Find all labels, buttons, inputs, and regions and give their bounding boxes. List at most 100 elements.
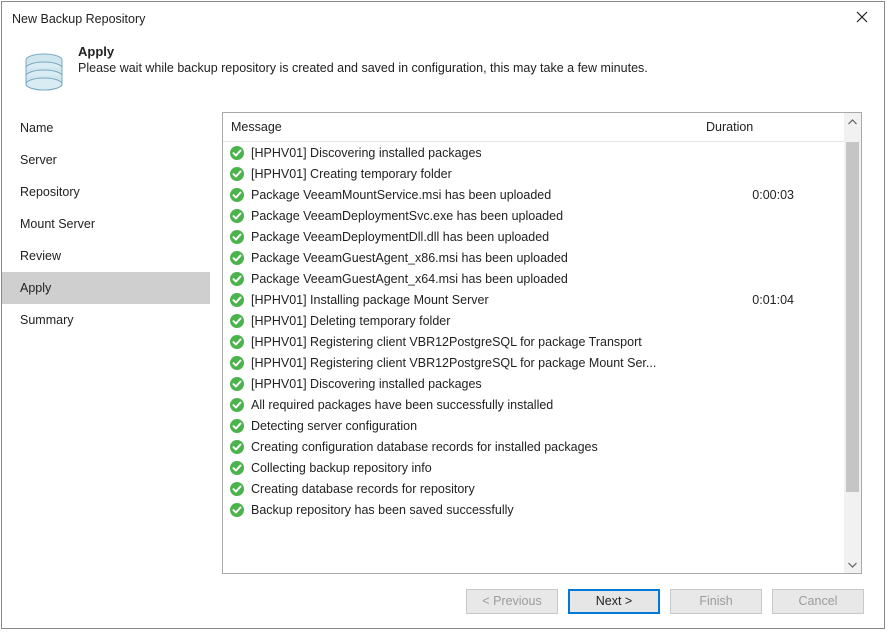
success-icon (229, 502, 245, 518)
scroll-up-button[interactable] (844, 113, 861, 130)
success-icon (229, 229, 245, 245)
log-row[interactable]: Creating configuration database records … (223, 436, 844, 457)
wizard-main: Message Duration [HPHV01] Discovering in… (210, 108, 884, 574)
success-icon (229, 355, 245, 371)
log-duration: 0:01:04 (664, 293, 844, 307)
log-duration: 0:00:03 (664, 188, 844, 202)
wizard-body: Name Server Repository Mount Server Review Ap… (2, 108, 884, 574)
success-icon (229, 481, 245, 497)
log-row[interactable]: [HPHV01] Creating temporary folder (223, 163, 844, 184)
log-message: [HPHV01] Deleting temporary folder (251, 314, 664, 328)
success-icon (229, 187, 245, 203)
success-icon (229, 208, 245, 224)
log-message: Package VeeamGuestAgent_x86.msi has been… (251, 251, 664, 265)
log-message: Package VeeamGuestAgent_x64.msi has been… (251, 272, 664, 286)
log-message: Package VeeamMountService.msi has been u… (251, 188, 664, 202)
log-row[interactable]: Creating database records for repository (223, 478, 844, 499)
close-button[interactable] (848, 10, 876, 28)
column-header-message[interactable]: Message (223, 120, 706, 134)
cancel-button[interactable]: Cancel (772, 589, 864, 614)
log-message: [HPHV01] Creating temporary folder (251, 167, 664, 181)
page-description: Please wait while backup repository is c… (78, 61, 648, 75)
sidebar-step[interactable]: Mount Server (2, 208, 210, 240)
success-icon (229, 439, 245, 455)
repository-icon (20, 46, 68, 94)
log-row[interactable]: [HPHV01] Installing package Mount Server… (223, 289, 844, 310)
title-bar: New Backup Repository (2, 2, 884, 30)
sidebar-step-label: Server (20, 153, 57, 167)
log-row[interactable]: Package VeeamDeploymentDll.dll has been … (223, 226, 844, 247)
log-row[interactable]: Collecting backup repository info (223, 457, 844, 478)
log-grid-body: [HPHV01] Discovering installed packages [… (223, 142, 844, 573)
finish-button[interactable]: Finish (670, 589, 762, 614)
log-message: [HPHV01] Registering client VBR12Postgre… (251, 335, 664, 349)
sidebar-step-label: Repository (20, 185, 80, 199)
wizard-steps-sidebar: Name Server Repository Mount Server Review Ap… (2, 108, 210, 574)
log-message: Backup repository has been saved success… (251, 503, 664, 517)
wizard-footer: < Previous Next > Finish Cancel (2, 574, 884, 628)
column-header-duration[interactable]: Duration (706, 120, 844, 134)
scroll-down-button[interactable] (844, 556, 861, 573)
close-icon (856, 11, 868, 23)
log-message: [HPHV01] Installing package Mount Server (251, 293, 664, 307)
log-row[interactable]: Package VeeamGuestAgent_x86.msi has been… (223, 247, 844, 268)
log-message: [HPHV01] Discovering installed packages (251, 377, 664, 391)
success-icon (229, 418, 245, 434)
window-title: New Backup Repository (12, 12, 145, 26)
success-icon (229, 250, 245, 266)
log-message: Collecting backup repository info (251, 461, 664, 475)
log-row[interactable]: [HPHV01] Discovering installed packages (223, 142, 844, 163)
log-row[interactable]: Package VeeamMountService.msi has been u… (223, 184, 844, 205)
log-grid-header: Message Duration (223, 113, 844, 142)
log-row[interactable]: [HPHV01] Discovering installed packages (223, 373, 844, 394)
log-message: Package VeeamDeploymentDll.dll has been … (251, 230, 664, 244)
log-row[interactable]: All required packages have been successf… (223, 394, 844, 415)
success-icon (229, 292, 245, 308)
vertical-scrollbar[interactable] (844, 113, 861, 573)
log-row[interactable]: [HPHV01] Registering client VBR12Postgre… (223, 352, 844, 373)
sidebar-step[interactable]: Review (2, 240, 210, 272)
wizard-header: Apply Please wait while backup repositor… (2, 30, 884, 108)
log-row[interactable]: [HPHV01] Deleting temporary folder (223, 310, 844, 331)
log-message: Package VeeamDeploymentSvc.exe has been … (251, 209, 664, 223)
success-icon (229, 397, 245, 413)
log-message: Creating configuration database records … (251, 440, 664, 454)
sidebar-step-label: Summary (20, 313, 73, 327)
wizard-heading: Apply Please wait while backup repositor… (78, 44, 648, 94)
sidebar-step-label: Apply (20, 281, 51, 295)
log-row[interactable]: Detecting server configuration (223, 415, 844, 436)
log-message: Detecting server configuration (251, 419, 664, 433)
sidebar-step-label: Name (20, 121, 53, 135)
success-icon (229, 460, 245, 476)
wizard-window: New Backup Repository (1, 1, 885, 629)
log-message: Creating database records for repository (251, 482, 664, 496)
log-row[interactable]: Package VeeamGuestAgent_x64.msi has been… (223, 268, 844, 289)
scroll-thumb[interactable] (846, 142, 859, 492)
sidebar-step[interactable]: Repository (2, 176, 210, 208)
log-row[interactable]: Package VeeamDeploymentSvc.exe has been … (223, 205, 844, 226)
scroll-track[interactable] (844, 130, 861, 556)
sidebar-step[interactable]: Server (2, 144, 210, 176)
sidebar-step[interactable]: Summary (2, 304, 210, 336)
log-message: [HPHV01] Discovering installed packages (251, 146, 664, 160)
chevron-down-icon (848, 562, 857, 568)
log-panel: Message Duration [HPHV01] Discovering in… (222, 112, 862, 574)
success-icon (229, 334, 245, 350)
sidebar-step[interactable]: Apply (2, 272, 210, 304)
success-icon (229, 271, 245, 287)
previous-button[interactable]: < Previous (466, 589, 558, 614)
next-button[interactable]: Next > (568, 589, 660, 614)
log-message: All required packages have been successf… (251, 398, 664, 412)
sidebar-step-label: Mount Server (20, 217, 95, 231)
sidebar-step-label: Review (20, 249, 61, 263)
success-icon (229, 166, 245, 182)
sidebar-step[interactable]: Name (2, 112, 210, 144)
log-row[interactable]: [HPHV01] Registering client VBR12Postgre… (223, 331, 844, 352)
log-row[interactable]: Backup repository has been saved success… (223, 499, 844, 520)
success-icon (229, 313, 245, 329)
success-icon (229, 376, 245, 392)
log-grid: Message Duration [HPHV01] Discovering in… (223, 113, 844, 573)
success-icon (229, 145, 245, 161)
page-title: Apply (78, 44, 648, 59)
chevron-up-icon (848, 119, 857, 125)
